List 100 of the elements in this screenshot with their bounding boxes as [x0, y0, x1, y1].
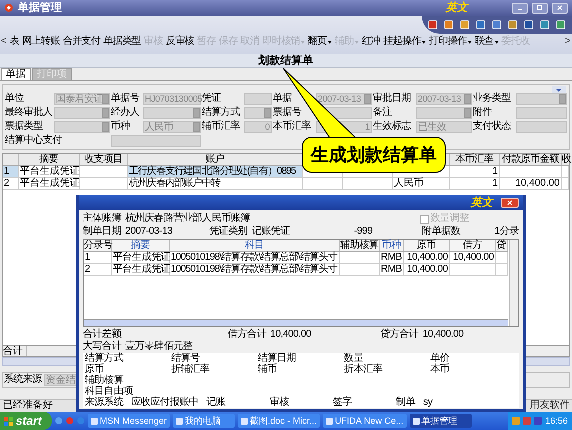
column-header: 摘要 [112, 240, 170, 251]
column-header: 贷 [496, 240, 508, 251]
field-label: 凭证 [202, 93, 222, 105]
field-label: 单据号 [111, 93, 140, 105]
caret-icon [422, 40, 426, 44]
field-label: 合计差额 [83, 329, 123, 340]
taskbar-button[interactable]: UFIDA New Ce... [323, 414, 407, 428]
input-field[interactable]: 已生效 [416, 121, 472, 133]
input-field[interactable] [54, 107, 110, 119]
minimize-button[interactable] [512, 2, 528, 14]
field-value: 2007-03-13 [317, 94, 362, 104]
field-label: 单价 [430, 353, 451, 364]
field-label: 业务类型 [473, 93, 512, 105]
table-cell: RMB [380, 252, 404, 263]
toolbar-button[interactable]: 反审核 [166, 36, 194, 48]
scroll-right-button[interactable]: > [565, 36, 571, 48]
field-label: 折本汇率 [344, 364, 384, 375]
input-field[interactable] [143, 107, 201, 119]
table-cell: 1 [84, 252, 112, 263]
caret-icon [468, 40, 472, 44]
table-cell: 平台生成凭证 [19, 166, 80, 177]
scroll-left-button[interactable]: < [1, 36, 7, 48]
field-label: 结算日期 [258, 353, 298, 364]
field-label: 附件 [473, 107, 494, 119]
field-label: 系统来源 [4, 374, 42, 386]
input-field[interactable] [516, 107, 567, 119]
column-header: 原币 [404, 240, 450, 251]
toolbar-button[interactable]: 表 [10, 36, 20, 48]
field-label: 主体账簿 [83, 213, 122, 225]
toolbar-button[interactable]: 翻页 [308, 36, 332, 48]
field-label: 单据 [273, 93, 294, 105]
window-icon [241, 418, 248, 424]
windows-flag-icon [4, 416, 13, 426]
field-label: 单位 [5, 93, 26, 105]
field-label: 制单日期 [83, 226, 122, 238]
input-field[interactable] [244, 93, 272, 105]
field-value: 10,400.00 [422, 329, 464, 341]
field-label: 折辅汇率 [171, 364, 211, 375]
column-header: 付款原币金额 [500, 154, 562, 165]
field-label: 票据号 [273, 107, 302, 119]
field-label: 科目自由项 [85, 386, 134, 397]
caret-icon [494, 40, 499, 44]
field-value: 2007-03-13 [417, 94, 462, 104]
tab[interactable]: 单据 [1, 68, 31, 80]
toolbar-button[interactable]: 挂起操作 [384, 36, 426, 48]
input-field[interactable] [244, 107, 272, 119]
maximize-button[interactable] [532, 2, 548, 14]
taskbar-button[interactable]: 单据管理 [410, 414, 472, 428]
row-header[interactable]: 1 [3, 166, 19, 177]
input-field[interactable]: 人民币 [143, 121, 201, 133]
caret-icon [354, 40, 359, 44]
table-cell: 平台生成凭证 [19, 178, 80, 189]
toolbar-button[interactable]: 红冲 [362, 36, 381, 48]
taskbar-button[interactable]: 截图.doc - Micr... [238, 414, 320, 428]
column-header: 摘要 [19, 154, 80, 165]
input-field[interactable] [54, 121, 110, 133]
field-value: 人民币 [144, 122, 174, 132]
taskbar-button[interactable]: MSN Messenger [88, 414, 170, 428]
table-cell: 1005010198\结算存款\结算总部\结算头寸 [170, 252, 340, 263]
table-cell: 10,400.00 [404, 252, 450, 263]
field-label: 数量 [344, 353, 364, 364]
row-header[interactable]: 2 [3, 178, 19, 189]
input-field[interactable]: 2007-03-13 [416, 93, 472, 105]
toolbar-button[interactable]: 网上转账 [22, 36, 60, 48]
start-button[interactable]: start [0, 412, 52, 430]
column-header: 辅助核算 [340, 240, 380, 251]
lookup-button[interactable] [364, 94, 371, 104]
close-button[interactable] [552, 2, 568, 14]
input-field[interactable]: 资金结 [44, 374, 77, 386]
vendor-text: 用友软件 [530, 400, 570, 412]
horizontal-scrollbar[interactable] [84, 319, 508, 326]
field-label: 结算号 [171, 353, 200, 364]
input-field[interactable] [516, 121, 567, 133]
column-header: 分录号 [84, 240, 112, 251]
table-cell: 工行庆春支行建国北路分理处(自有）0895 [128, 166, 303, 177]
taskbar-button[interactable]: 我的电脑 [173, 414, 236, 428]
status-text: 已经准备好 [3, 400, 53, 412]
table-cell: 10,400.00 [404, 264, 450, 275]
lookup-button[interactable] [264, 108, 271, 118]
toolbar-button[interactable]: 联查 [474, 36, 499, 48]
input-field[interactable] [416, 107, 472, 119]
caret-icon [328, 40, 332, 44]
input-field[interactable] [111, 135, 201, 147]
close-button[interactable] [501, 198, 519, 208]
table-cell: 人民币 [393, 178, 450, 189]
input-field[interactable] [516, 93, 567, 105]
table-cell: 平台生成凭证 [112, 264, 170, 275]
input-field[interactable]: 0 [244, 121, 272, 133]
field-label: 支付状态 [473, 121, 512, 133]
table-cell: 平台生成凭证 [112, 252, 170, 263]
toolbar-button[interactable]: 单据类型 [103, 36, 142, 48]
toolbar-button[interactable]: 合并支付 [62, 36, 100, 48]
field-label: 票据类型 [5, 121, 44, 133]
field-value: 壹万零肆佰元整 [125, 341, 193, 352]
input-field[interactable]: 2007-03-13 [316, 93, 372, 105]
close-icon [507, 200, 513, 206]
field-label: 结算方式 [85, 353, 124, 364]
toolbar-button[interactable]: 打印操作 [429, 36, 472, 48]
column-header: 本币汇率 [450, 154, 500, 165]
vertical-scrollbar[interactable] [509, 240, 518, 326]
